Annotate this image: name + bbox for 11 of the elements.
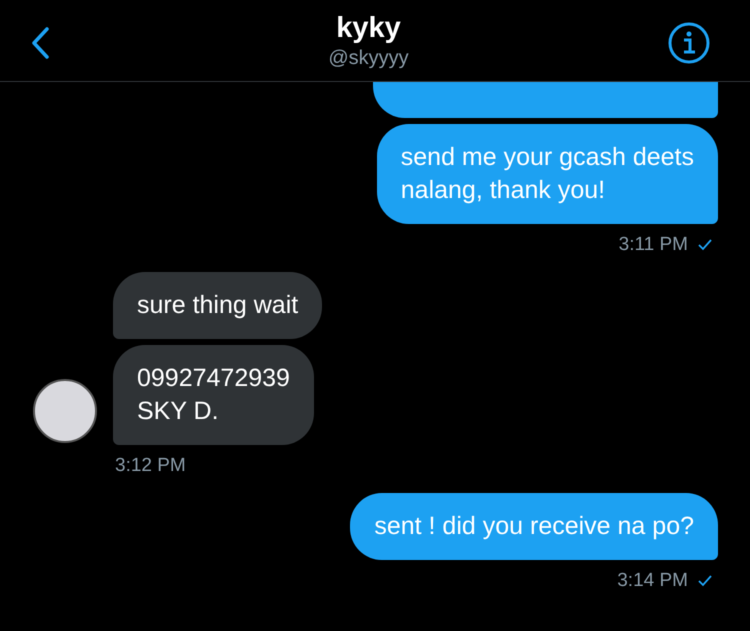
message-time: 3:14 PM	[617, 570, 688, 592]
message-bubble: sure thing wait	[113, 272, 322, 339]
conversation-title: kyky	[336, 10, 401, 44]
message-bubble: sent ! did you receive na po?	[350, 493, 718, 560]
message-bubble: 09927472939 SKY D.	[113, 345, 314, 445]
message-time: 3:12 PM	[115, 455, 186, 477]
message-time: 3:11 PM	[618, 234, 688, 256]
back-icon[interactable]	[31, 26, 49, 58]
info-icon[interactable]	[668, 22, 710, 64]
message-bubble: send me your gcash deets nalang, thank you!	[376, 124, 718, 224]
user-handle: @skyyyy	[328, 46, 409, 70]
